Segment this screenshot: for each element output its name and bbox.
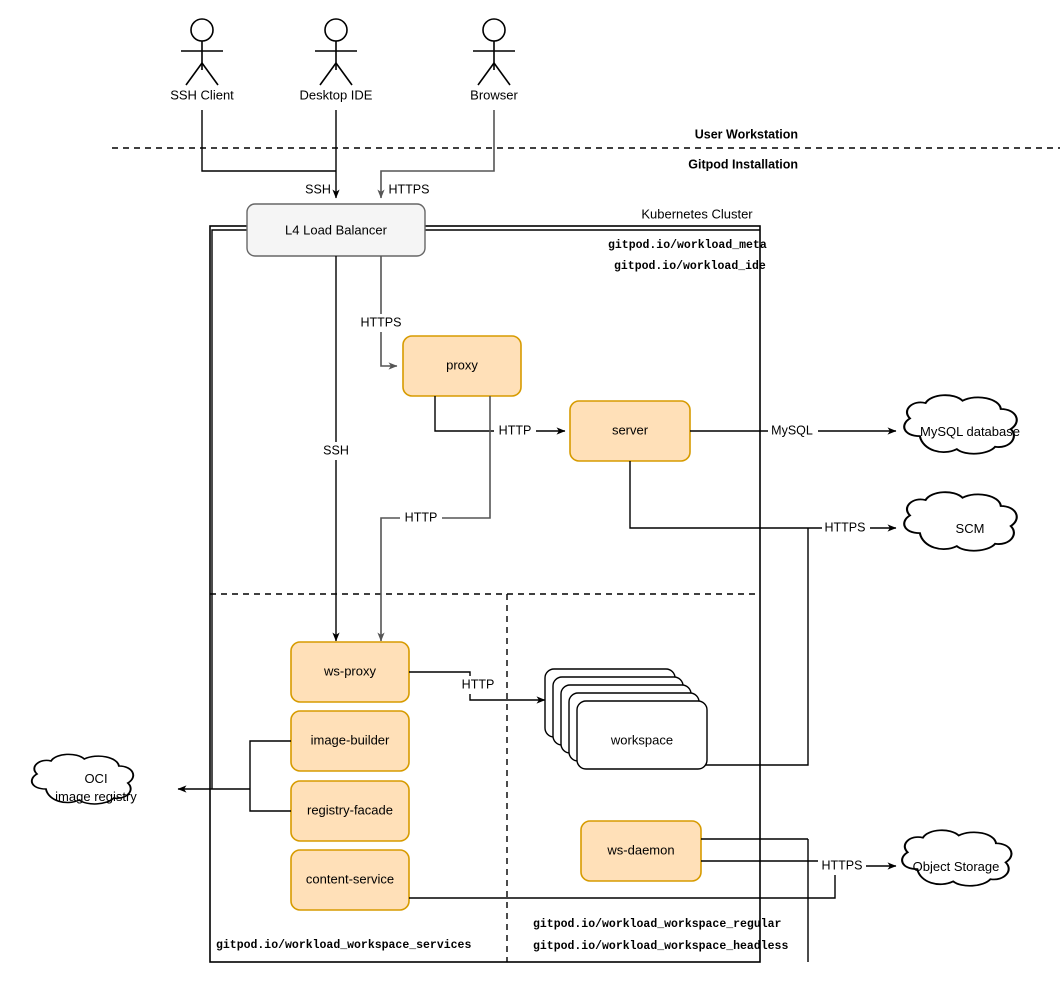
node-label: ws-proxy	[323, 663, 377, 678]
edge-lb-left-rail	[211, 229, 247, 789]
node-label: content-service	[306, 871, 394, 886]
node-server[interactable]: server	[569, 400, 691, 462]
user-workstation-label: User Workstation	[695, 127, 798, 141]
node-proxy[interactable]: proxy	[402, 335, 522, 397]
node-ws-proxy[interactable]: ws-proxy	[290, 641, 410, 703]
node-label: L4 Load Balancer	[285, 222, 388, 237]
node-load-balancer[interactable]: L4 Load Balancer	[246, 203, 426, 257]
actor-icon	[181, 18, 223, 86]
node-label: ws-daemon	[606, 842, 674, 857]
node-label: workspace	[610, 732, 673, 747]
cloud-label: MySQL database	[920, 424, 1020, 439]
kubernetes-cluster-label: Kubernetes Cluster	[641, 206, 753, 221]
edge-label-ssh-to-lb: SSH	[305, 182, 331, 196]
cloud-label-line1: OCI	[84, 771, 107, 786]
actor-label: Desktop IDE	[300, 87, 373, 102]
workload-meta-label: gitpod.io/workload_meta	[608, 239, 767, 252]
architecture-diagram: Kubernetes Cluster gitpod.io/workload_me…	[30, 18, 1060, 963]
edge-label-proxy-to-server: HTTP	[499, 423, 532, 437]
actor-ssh-client[interactable]: SSH Client	[170, 18, 234, 102]
edge-label-wsproxy-to-workspace: HTTP	[462, 677, 495, 691]
node-ws-daemon[interactable]: ws-daemon	[580, 820, 702, 882]
workload-workspace-headless-label: gitpod.io/workload_workspace_headless	[533, 940, 788, 953]
cloud-mysql-database[interactable]: MySQL database	[903, 394, 1020, 455]
cloud-label: Object Storage	[913, 859, 1000, 874]
gitpod-installation-label: Gitpod Installation	[688, 157, 798, 171]
workload-workspace-regular-label: gitpod.io/workload_workspace_regular	[533, 918, 782, 931]
edge-label-https-to-lb: HTTPS	[389, 182, 430, 196]
edge-label-lb-to-wsproxy-text: SSH	[323, 443, 349, 457]
actor-icon	[315, 18, 357, 86]
edge-lb-to-proxy-https	[380, 256, 398, 370]
node-label: image-builder	[311, 732, 390, 747]
node-workspace[interactable]: workspace	[544, 668, 708, 770]
node-label: registry-facade	[307, 802, 393, 817]
node-image-builder[interactable]: image-builder	[290, 710, 410, 772]
cloud-object-storage[interactable]: Object Storage	[901, 829, 1013, 887]
edge-sshclient-to-lb	[201, 110, 336, 172]
node-label: server	[612, 422, 649, 437]
actor-browser[interactable]: Browser	[470, 18, 519, 102]
edge-label-lb-to-proxy: HTTPS	[361, 315, 402, 329]
actor-label: Browser	[470, 87, 518, 102]
edge-label-server-to-scm: HTTPS	[825, 520, 866, 534]
node-label: proxy	[446, 357, 478, 372]
edge-builders-junction	[249, 740, 291, 812]
actor-desktop-ide[interactable]: Desktop IDE	[300, 18, 373, 102]
cloud-label-line2: image registry	[55, 789, 137, 804]
edge-label-server-to-mysql: MySQL	[771, 423, 813, 437]
actor-label: SSH Client	[170, 87, 234, 102]
edge-label-proxy-to-wsproxy: HTTP	[405, 510, 438, 524]
edge-workspace-to-right-rail	[700, 528, 809, 766]
node-registry-facade[interactable]: registry-facade	[290, 780, 410, 842]
cloud-scm[interactable]: SCM	[903, 491, 1018, 552]
cloud-oci-image-registry[interactable]: OCI image registry	[30, 753, 138, 805]
edge-server-to-scm	[629, 461, 897, 532]
workload-ide-label: gitpod.io/workload_ide	[614, 260, 766, 273]
node-content-service[interactable]: content-service	[290, 849, 410, 911]
actor-icon	[473, 18, 515, 86]
workload-workspace-services-label: gitpod.io/workload_workspace_services	[216, 939, 471, 952]
edge-label-to-object-storage: HTTPS	[822, 858, 863, 872]
cloud-label: SCM	[956, 521, 985, 536]
